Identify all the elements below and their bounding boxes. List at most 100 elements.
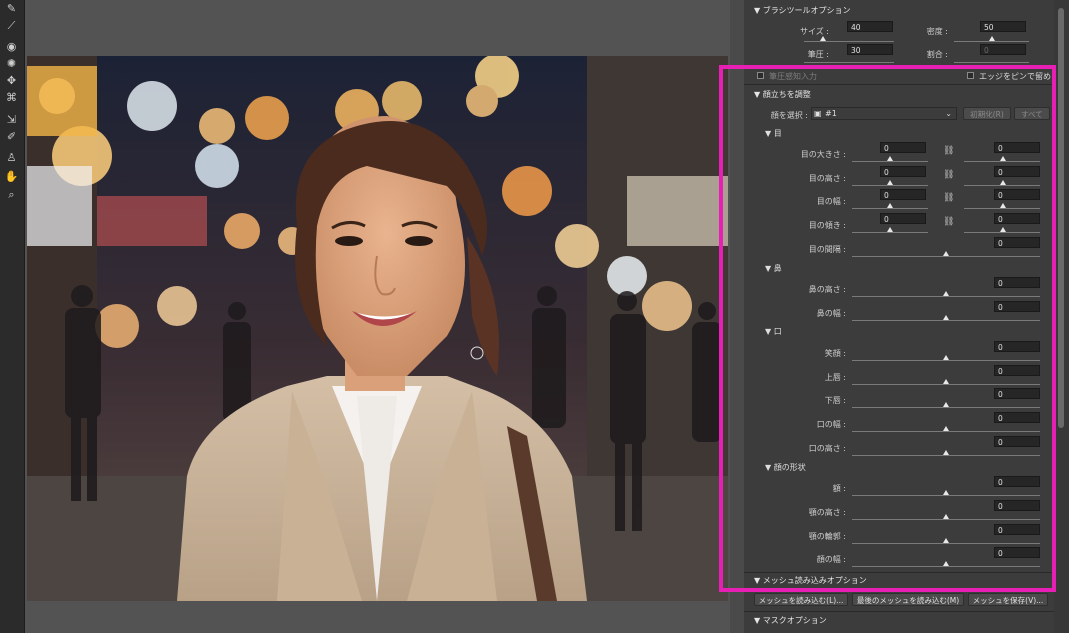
mouth-height-thumb[interactable] bbox=[943, 450, 949, 455]
jawline-thumb[interactable] bbox=[943, 538, 949, 543]
eye-size-left-slider[interactable] bbox=[852, 161, 928, 162]
pin-edges-checkbox[interactable] bbox=[967, 72, 974, 79]
rate-field[interactable]: 0 bbox=[980, 44, 1026, 55]
eye-tilt-right-field[interactable]: 0 bbox=[994, 213, 1040, 224]
eye-width-left-slider[interactable] bbox=[852, 208, 928, 209]
eye-width-right-slider[interactable] bbox=[964, 208, 1040, 209]
link-icon[interactable]: ⛓ bbox=[943, 193, 954, 203]
chin-height-thumb[interactable] bbox=[943, 514, 949, 519]
mask-options-header[interactable]: ▼ マスクオプション bbox=[754, 615, 827, 626]
eye-size-right-thumb[interactable] bbox=[1000, 156, 1006, 161]
face-shape-header[interactable]: ▼ 顔の形状 bbox=[765, 462, 806, 473]
pressure-slider[interactable] bbox=[804, 62, 894, 63]
eye-height-right-thumb[interactable] bbox=[1000, 180, 1006, 185]
mouth-width-field[interactable]: 0 bbox=[994, 412, 1040, 423]
link-icon[interactable]: ⛓ bbox=[943, 146, 954, 156]
mouth-height-slider[interactable] bbox=[852, 455, 1040, 456]
pressure-field[interactable]: 30 bbox=[847, 44, 893, 55]
reconstruct-icon[interactable]: ⟋ bbox=[3, 19, 20, 33]
face-width-thumb[interactable] bbox=[943, 561, 949, 566]
eye-size-left-thumb[interactable] bbox=[887, 156, 893, 161]
lower-lip-slider[interactable] bbox=[852, 407, 1040, 408]
scrollbar-thumb[interactable] bbox=[1058, 8, 1064, 428]
eye-size-right-slider[interactable] bbox=[964, 161, 1040, 162]
eye-width-left-thumb[interactable] bbox=[887, 203, 893, 208]
rate-slider[interactable] bbox=[954, 62, 1029, 63]
nose-height-slider[interactable] bbox=[852, 296, 1040, 297]
pucker-icon[interactable]: ✥ bbox=[3, 74, 20, 88]
forehead-thumb[interactable] bbox=[943, 490, 949, 495]
upper-lip-field[interactable]: 0 bbox=[994, 365, 1040, 376]
upper-lip-thumb[interactable] bbox=[943, 379, 949, 384]
nose-width-field[interactable]: 0 bbox=[994, 301, 1040, 312]
eye-distance-field[interactable]: 0 bbox=[994, 237, 1040, 248]
eye-tilt-left-slider[interactable] bbox=[852, 232, 928, 233]
lower-lip-field[interactable]: 0 bbox=[994, 388, 1040, 399]
mouth-height-field[interactable]: 0 bbox=[994, 436, 1040, 447]
chin-height-slider[interactable] bbox=[852, 519, 1040, 520]
eye-tilt-right-slider[interactable] bbox=[964, 232, 1040, 233]
hand-icon[interactable]: ✋ bbox=[3, 170, 20, 184]
smile-field[interactable]: 0 bbox=[994, 341, 1040, 352]
eye-width-right-field[interactable]: 0 bbox=[994, 189, 1040, 200]
forehead-slider[interactable] bbox=[852, 495, 1040, 496]
eye-height-left-slider[interactable] bbox=[852, 185, 928, 186]
push-left-icon[interactable]: ⇲ bbox=[3, 113, 20, 127]
eye-tilt-left-thumb[interactable] bbox=[887, 227, 893, 232]
eye-tilt-left-field[interactable]: 0 bbox=[880, 213, 926, 224]
zoom-icon[interactable]: ⌕ bbox=[3, 188, 20, 202]
panel-scrollbar[interactable] bbox=[1054, 0, 1069, 633]
face-width-field[interactable]: 0 bbox=[994, 547, 1040, 558]
nose-height-field[interactable]: 0 bbox=[994, 277, 1040, 288]
size-field[interactable]: 40 bbox=[847, 21, 893, 32]
jawline-slider[interactable] bbox=[852, 543, 1040, 544]
stylus-checkbox[interactable] bbox=[757, 72, 764, 79]
mouth-width-thumb[interactable] bbox=[943, 426, 949, 431]
load-mesh-button[interactable]: メッシュを読み込む(L)... bbox=[754, 593, 848, 606]
smile-slider[interactable] bbox=[852, 360, 1040, 361]
reset-button[interactable]: 初期化(R) bbox=[963, 107, 1011, 120]
select-face-dropdown[interactable]: ▣ #1 ⌄ bbox=[811, 107, 957, 120]
size-slider-thumb[interactable] bbox=[820, 36, 826, 41]
nose-width-thumb[interactable] bbox=[943, 315, 949, 320]
nose-height-thumb[interactable] bbox=[943, 291, 949, 296]
eye-distance-slider[interactable] bbox=[852, 256, 1040, 257]
eye-width-left-field[interactable]: 0 bbox=[880, 189, 926, 200]
eye-size-right-field[interactable]: 0 bbox=[994, 142, 1040, 153]
smile-thumb[interactable] bbox=[943, 355, 949, 360]
face-aware-header[interactable]: ▼ 顔立ちを調整 bbox=[754, 89, 811, 100]
eye-height-left-thumb[interactable] bbox=[887, 180, 893, 185]
canvas-area[interactable] bbox=[25, 0, 730, 633]
nose-header[interactable]: ▼ 鼻 bbox=[765, 263, 782, 274]
load-last-mesh-button[interactable]: 最後のメッシュを読み込む(M) bbox=[852, 593, 964, 606]
eye-width-right-thumb[interactable] bbox=[1000, 203, 1006, 208]
save-mesh-button[interactable]: メッシュを保存(V)... bbox=[968, 593, 1048, 606]
freeze-mask-icon[interactable]: ✐ bbox=[3, 130, 20, 144]
jawline-field[interactable]: 0 bbox=[994, 524, 1040, 535]
twirl-icon[interactable]: ✺ bbox=[3, 57, 20, 71]
density-slider-thumb[interactable] bbox=[989, 36, 995, 41]
face-tool-icon[interactable]: ♙ bbox=[3, 151, 20, 165]
brush-options-header[interactable]: ▼ ブラシツールオプション bbox=[754, 5, 851, 16]
eye-tilt-right-thumb[interactable] bbox=[1000, 227, 1006, 232]
face-width-slider[interactable] bbox=[852, 566, 1040, 567]
density-field[interactable]: 50 bbox=[980, 21, 1026, 32]
link-icon[interactable]: ⛓ bbox=[943, 217, 954, 227]
portrait-photo[interactable] bbox=[27, 56, 728, 601]
forward-warp-icon[interactable]: ✎ bbox=[3, 2, 20, 16]
bloat-icon[interactable]: ⌘ bbox=[3, 91, 20, 105]
size-slider[interactable] bbox=[804, 41, 894, 42]
link-icon[interactable]: ⛓ bbox=[943, 170, 954, 180]
eye-height-right-slider[interactable] bbox=[964, 185, 1040, 186]
all-button[interactable]: すべて bbox=[1014, 107, 1050, 120]
smooth-icon[interactable]: ◉ bbox=[3, 40, 20, 54]
density-slider[interactable] bbox=[954, 41, 1029, 42]
eye-distance-thumb[interactable] bbox=[943, 251, 949, 256]
forehead-field[interactable]: 0 bbox=[994, 476, 1040, 487]
upper-lip-slider[interactable] bbox=[852, 384, 1040, 385]
lower-lip-thumb[interactable] bbox=[943, 402, 949, 407]
nose-width-slider[interactable] bbox=[852, 320, 1040, 321]
mesh-options-header[interactable]: ▼ メッシュ読み込みオプション bbox=[754, 575, 867, 586]
eyes-header[interactable]: ▼ 目 bbox=[765, 128, 782, 139]
eye-height-left-field[interactable]: 0 bbox=[880, 166, 926, 177]
